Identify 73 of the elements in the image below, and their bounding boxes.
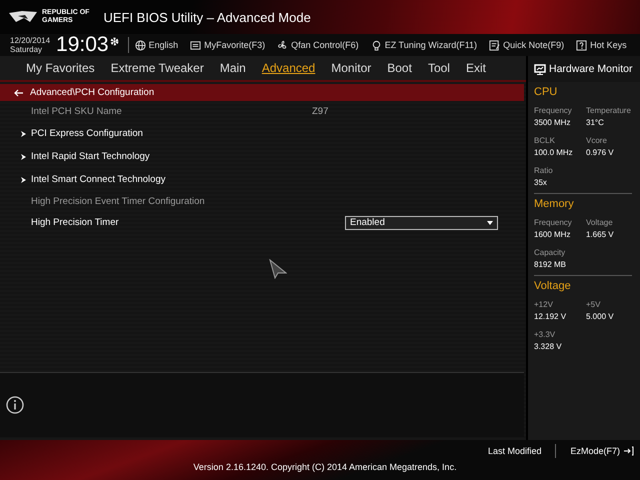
last-modified-button[interactable]: Last Modified	[488, 446, 542, 456]
fan-icon	[277, 40, 288, 50]
reading-value: 100.0 MHz	[534, 148, 574, 157]
setting-label: Intel PCH SKU Name	[31, 106, 122, 117]
section-title: Memory	[534, 198, 575, 210]
toolbar-button[interactable]: Hot Keys	[576, 40, 627, 50]
reading-value: 3.328 V	[534, 342, 563, 351]
menu-tab[interactable]: My Favorites	[18, 61, 103, 75]
reading-value: 8192 MB	[534, 260, 568, 269]
submenu-item[interactable]: PCI Express Configuration	[31, 128, 143, 139]
toolbar-button[interactable]: MyFavorite(F3)	[190, 40, 266, 50]
date-text: 12/20/2014	[10, 36, 50, 45]
reading-label: Vcore	[586, 136, 608, 145]
reading-label: Capacity	[534, 248, 566, 257]
toolbar-button[interactable]: English	[134, 40, 178, 50]
setting-label: High Precision Timer	[31, 217, 119, 228]
timer-dropdown[interactable]: Enabled	[345, 216, 498, 230]
eye-logo-icon	[8, 10, 38, 24]
day-text: Saturday	[10, 45, 44, 54]
submenu-item[interactable]: Intel Smart Connect Technology	[31, 174, 166, 185]
menu-tab[interactable]: Extreme Tweaker	[102, 61, 212, 75]
chevron-icon	[21, 176, 26, 182]
reading-value: 31°C	[586, 118, 605, 127]
gear-icon[interactable]	[108, 36, 120, 47]
setting-value: Z97	[312, 106, 328, 117]
list-icon	[190, 40, 202, 50]
toolbar-button[interactable]: Qfan Control(F6)	[277, 40, 359, 50]
reading-value: 35x	[534, 178, 548, 187]
menu-tab[interactable]: Boot	[379, 61, 420, 75]
pointer-icon	[269, 259, 287, 279]
ez-mode-button[interactable]: EzMode(F7)	[570, 446, 634, 456]
reading-value: 1600 MHz	[534, 230, 572, 239]
breadcrumb-path: Advanced\PCH Configuration	[30, 87, 154, 98]
menu-tab[interactable]: Exit	[458, 61, 494, 75]
chevron-icon	[21, 154, 26, 160]
note-icon	[489, 40, 500, 50]
reading-value: 5.000 V	[586, 312, 615, 321]
back-arrow-icon[interactable]	[14, 88, 24, 96]
reading-label: +12V	[534, 300, 554, 309]
reading-value: 0.976 V	[586, 148, 615, 157]
clock-time: 19:03	[56, 35, 109, 55]
window-title: UEFI BIOS Utility – Advanced Mode	[103, 10, 311, 24]
reading-value: 12.192 V	[534, 312, 568, 321]
chevron-icon	[21, 130, 26, 136]
section-title: CPU	[534, 86, 558, 98]
section-title: Voltage	[534, 280, 572, 292]
caret-icon	[487, 220, 493, 224]
exit-icon	[623, 446, 634, 456]
submenu-item[interactable]: Intel Rapid Start Technology	[31, 151, 150, 162]
toolbar-button[interactable]: EZ Tuning Wizard(F11)	[370, 40, 478, 50]
menu-tab[interactable]: Monitor	[323, 61, 380, 75]
monitor-icon	[534, 64, 546, 74]
toolbar-button[interactable]: Quick Note(F9)	[489, 40, 564, 50]
menu-tab[interactable]: Main	[212, 61, 254, 75]
question-icon	[576, 40, 588, 50]
bulb-icon	[370, 40, 382, 50]
reading-label: Frequency	[534, 218, 573, 227]
copyright-text: Version 2.16.1240. Copyright (C) 2014 American Megatrends, Inc.	[192, 462, 458, 472]
info-icon	[6, 396, 24, 414]
reading-label: Temperature	[586, 106, 632, 115]
reading-value: 1.665 V	[586, 230, 615, 239]
reading-label: Voltage	[586, 218, 614, 227]
reading-value: 3500 MHz	[534, 118, 572, 127]
reading-label: BCLK	[534, 136, 556, 145]
reading-label: Ratio	[534, 166, 554, 175]
reading-label: +5V	[586, 300, 602, 309]
section-heading: High Precision Event Timer Configuration	[31, 196, 205, 207]
globe-icon	[134, 40, 146, 50]
reading-label: Frequency	[534, 106, 573, 115]
reading-label: +3.3V	[534, 330, 556, 339]
panel-title: Hardware Monitor	[549, 63, 632, 75]
menu-tab[interactable]: Tool	[420, 61, 458, 75]
menu-tab[interactable]: Advanced	[254, 61, 324, 75]
